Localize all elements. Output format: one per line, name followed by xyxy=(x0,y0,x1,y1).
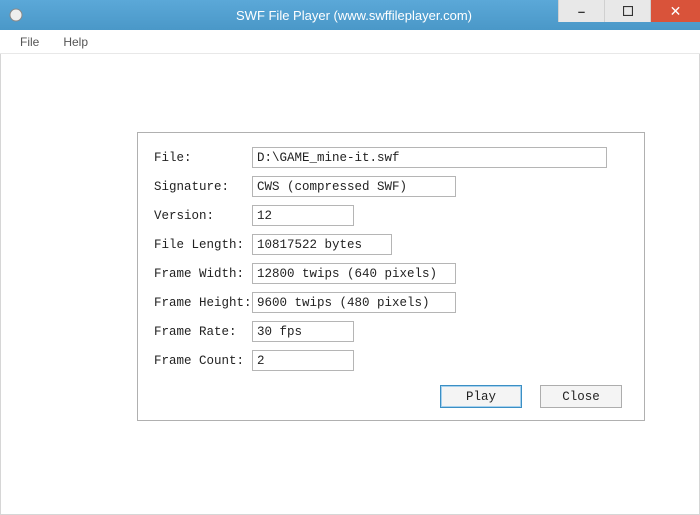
label-frameheight: Frame Height: xyxy=(154,296,252,310)
label-file: File: xyxy=(154,151,252,165)
version-field[interactable] xyxy=(252,205,354,226)
client-area: File: Signature: Version: File Length: F… xyxy=(0,54,700,515)
info-panel: File: Signature: Version: File Length: F… xyxy=(137,132,645,421)
row-filelength: File Length: xyxy=(154,234,628,255)
row-signature: Signature: xyxy=(154,176,628,197)
label-version: Version: xyxy=(154,209,252,223)
row-file: File: xyxy=(154,147,628,168)
framewidth-field[interactable] xyxy=(252,263,456,284)
close-icon: ✕ xyxy=(670,3,682,20)
framecount-field[interactable] xyxy=(252,350,354,371)
close-button[interactable]: Close xyxy=(540,385,622,408)
titlebar: SWF File Player (www.swffileplayer.com) … xyxy=(0,0,700,30)
menubar: File Help xyxy=(0,30,700,54)
frameheight-field[interactable] xyxy=(252,292,456,313)
minimize-icon: – xyxy=(578,4,585,19)
maximize-icon xyxy=(623,4,633,19)
label-framerate: Frame Rate: xyxy=(154,325,252,339)
framerate-field[interactable] xyxy=(252,321,354,342)
row-framecount: Frame Count: xyxy=(154,350,628,371)
row-version: Version: xyxy=(154,205,628,226)
maximize-button[interactable] xyxy=(604,0,650,22)
play-button[interactable]: Play xyxy=(440,385,522,408)
row-frameheight: Frame Height: xyxy=(154,292,628,313)
row-framewidth: Frame Width: xyxy=(154,263,628,284)
app-window: SWF File Player (www.swffileplayer.com) … xyxy=(0,0,700,515)
row-framerate: Frame Rate: xyxy=(154,321,628,342)
label-framecount: Frame Count: xyxy=(154,354,252,368)
signature-field[interactable] xyxy=(252,176,456,197)
label-filelength: File Length: xyxy=(154,238,252,252)
minimize-button[interactable]: – xyxy=(558,0,604,22)
menu-file[interactable]: File xyxy=(8,33,51,51)
label-framewidth: Frame Width: xyxy=(154,267,252,281)
close-window-button[interactable]: ✕ xyxy=(650,0,700,22)
filelength-field[interactable] xyxy=(252,234,392,255)
file-field[interactable] xyxy=(252,147,607,168)
menu-help[interactable]: Help xyxy=(51,33,100,51)
button-row: Play Close xyxy=(154,385,628,408)
window-controls: – ✕ xyxy=(558,0,700,22)
label-signature: Signature: xyxy=(154,180,252,194)
